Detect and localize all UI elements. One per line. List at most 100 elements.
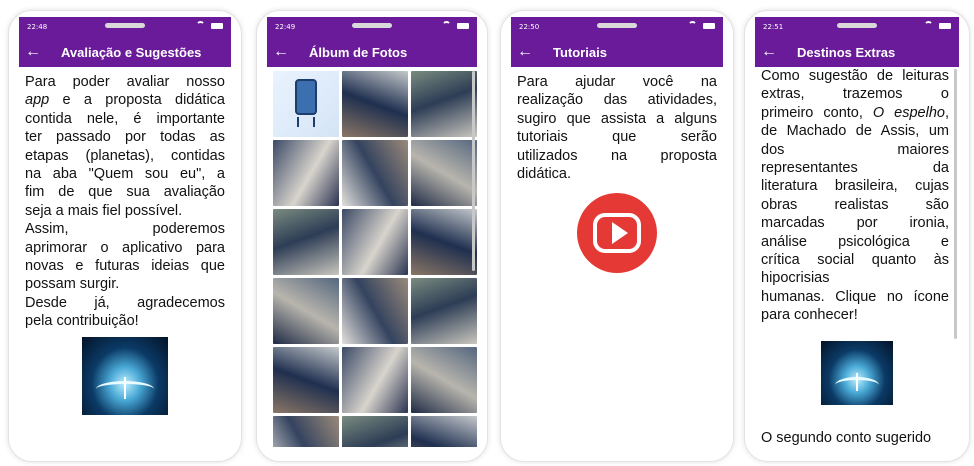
text-line: possam surgir. bbox=[25, 276, 120, 293]
battery-icon bbox=[939, 22, 951, 29]
text-line: dos maiores bbox=[761, 141, 949, 158]
screen: 22:50 ← Tutoriais Para ajudar você na re… bbox=[511, 17, 723, 447]
text-line: tutoriais que serão bbox=[517, 129, 717, 146]
photo-tile[interactable] bbox=[342, 140, 408, 206]
text-line: contida nele, é importante bbox=[25, 110, 225, 127]
notch bbox=[837, 23, 877, 28]
book-title: O espelho bbox=[872, 104, 945, 121]
status-bar: 22:51 bbox=[755, 17, 959, 37]
page-title: Tutoriais bbox=[553, 44, 607, 60]
wifi-icon bbox=[688, 21, 697, 30]
text-line: de Machado de Assis, um bbox=[761, 123, 949, 140]
text-line: Como sugestão de leituras bbox=[761, 68, 949, 84]
photo-tile-robot-phone[interactable] bbox=[273, 71, 339, 137]
text-line: análise psicológica e bbox=[761, 233, 949, 250]
status-time: 22:51 bbox=[763, 23, 784, 31]
footer-text: O segundo conto sugerido bbox=[761, 430, 932, 446]
screen: 22:48 ← Avaliação e Sugestões Para poder… bbox=[19, 17, 231, 447]
text-line: realização das atividades, bbox=[517, 92, 717, 109]
photo-grid bbox=[273, 71, 477, 447]
text-line: ter passado por todas as bbox=[25, 129, 225, 146]
text-line: na aba "Quem sou eu", a bbox=[25, 166, 225, 183]
text-line: primeiro conto, O espelho, bbox=[761, 104, 949, 121]
photo-tile[interactable] bbox=[273, 209, 339, 275]
text-line: Assim, poderemos bbox=[25, 221, 225, 238]
scrollbar[interactable] bbox=[472, 71, 475, 271]
text-line: marcadas por ironia, bbox=[761, 215, 949, 232]
text-line: para conhecer! bbox=[761, 307, 858, 324]
wifi-icon bbox=[196, 21, 205, 30]
text-line: crítica social quanto às bbox=[761, 252, 949, 269]
text-line: obras realistas são bbox=[761, 196, 949, 213]
text-line: fim de que sua avaliação bbox=[25, 184, 225, 201]
text-line: hipocrisias bbox=[761, 270, 830, 287]
page-title: Álbum de Fotos bbox=[309, 44, 408, 60]
phone-destinos: 22:51 ← Destinos Extras Como sugestão de… bbox=[744, 10, 970, 462]
screen: 22:51 ← Destinos Extras Como sugestão de… bbox=[755, 17, 959, 447]
back-arrow-icon[interactable]: ← bbox=[267, 43, 295, 61]
photo-tile[interactable] bbox=[411, 209, 477, 275]
text-line: literatura brasileira, cujas bbox=[761, 178, 949, 195]
status-bar: 22:50 bbox=[511, 17, 723, 37]
photo-tile[interactable] bbox=[273, 278, 339, 344]
photo-tile[interactable] bbox=[273, 416, 339, 447]
app-bar: ← Destinos Extras bbox=[755, 37, 959, 67]
notch bbox=[105, 23, 145, 28]
text-line: pela contribuição! bbox=[25, 313, 139, 330]
photo-tile[interactable] bbox=[342, 209, 408, 275]
photo-tile[interactable] bbox=[411, 347, 477, 413]
phone-album: 22:49 ← Álbum de Fotos bbox=[256, 10, 488, 462]
text-line: etapas (planetas), contidas bbox=[25, 147, 225, 164]
phone-avaliacao: 22:48 ← Avaliação e Sugestões Para poder… bbox=[8, 10, 242, 462]
content: Para ajudar você na realização das ativi… bbox=[511, 67, 723, 447]
text-line: extras, trazemos o bbox=[761, 86, 949, 103]
back-arrow-icon[interactable]: ← bbox=[19, 43, 47, 61]
photo-tile[interactable] bbox=[411, 71, 477, 137]
wifi-icon bbox=[442, 21, 451, 30]
text-line: novas e futuras ideias que bbox=[25, 258, 225, 275]
status-time: 22:50 bbox=[519, 23, 540, 31]
app-bar: ← Tutoriais bbox=[511, 37, 723, 67]
phone-tutoriais: 22:50 ← Tutoriais Para ajudar você na re… bbox=[500, 10, 734, 462]
book-icon[interactable] bbox=[82, 336, 168, 415]
app-bar: ← Álbum de Fotos bbox=[267, 37, 477, 67]
content: Como sugestão de leituras extras, trazem… bbox=[755, 67, 959, 447]
app-word: app bbox=[25, 92, 50, 109]
book-icon[interactable] bbox=[821, 340, 893, 405]
photo-tile[interactable] bbox=[342, 71, 408, 137]
back-arrow-icon[interactable]: ← bbox=[511, 43, 539, 61]
notch bbox=[352, 23, 392, 28]
youtube-icon[interactable] bbox=[577, 193, 657, 274]
battery-icon bbox=[703, 22, 715, 29]
back-arrow-icon[interactable]: ← bbox=[755, 43, 783, 61]
page-title: Avaliação e Sugestões bbox=[61, 44, 202, 60]
text-line: app e a proposta didática bbox=[25, 92, 225, 109]
wifi-icon bbox=[924, 21, 933, 30]
battery-icon bbox=[457, 22, 469, 29]
text-line: humanas. Clique no ícone bbox=[761, 288, 949, 305]
screen: 22:49 ← Álbum de Fotos bbox=[267, 17, 477, 447]
text-line: seja a mais fiel possível. bbox=[25, 202, 183, 219]
photo-tile[interactable] bbox=[411, 278, 477, 344]
text-line: didática. bbox=[517, 166, 572, 183]
photo-tile[interactable] bbox=[342, 347, 408, 413]
content: Para poder avaliar nosso app e a propost… bbox=[19, 67, 231, 447]
battery-icon bbox=[211, 22, 223, 29]
photo-tile[interactable] bbox=[273, 140, 339, 206]
body-text: Para ajudar você na realização das ativi… bbox=[511, 67, 723, 183]
scrollbar[interactable] bbox=[954, 69, 957, 339]
body-text: Como sugestão de leituras extras, trazem… bbox=[755, 67, 959, 325]
status-bar: 22:49 bbox=[267, 17, 477, 37]
photo-tile[interactable] bbox=[342, 278, 408, 344]
text-line: utilizados na proposta bbox=[517, 147, 717, 164]
status-time: 22:48 bbox=[27, 23, 48, 31]
photo-tile[interactable] bbox=[411, 416, 477, 447]
photo-tile[interactable] bbox=[273, 347, 339, 413]
text-line: Desde já, agradecemos bbox=[25, 294, 225, 311]
notch bbox=[597, 23, 637, 28]
content bbox=[267, 67, 477, 447]
status-time: 22:49 bbox=[275, 23, 296, 31]
text-line: representantes da bbox=[761, 160, 949, 177]
photo-tile[interactable] bbox=[411, 140, 477, 206]
photo-tile[interactable] bbox=[342, 416, 408, 447]
